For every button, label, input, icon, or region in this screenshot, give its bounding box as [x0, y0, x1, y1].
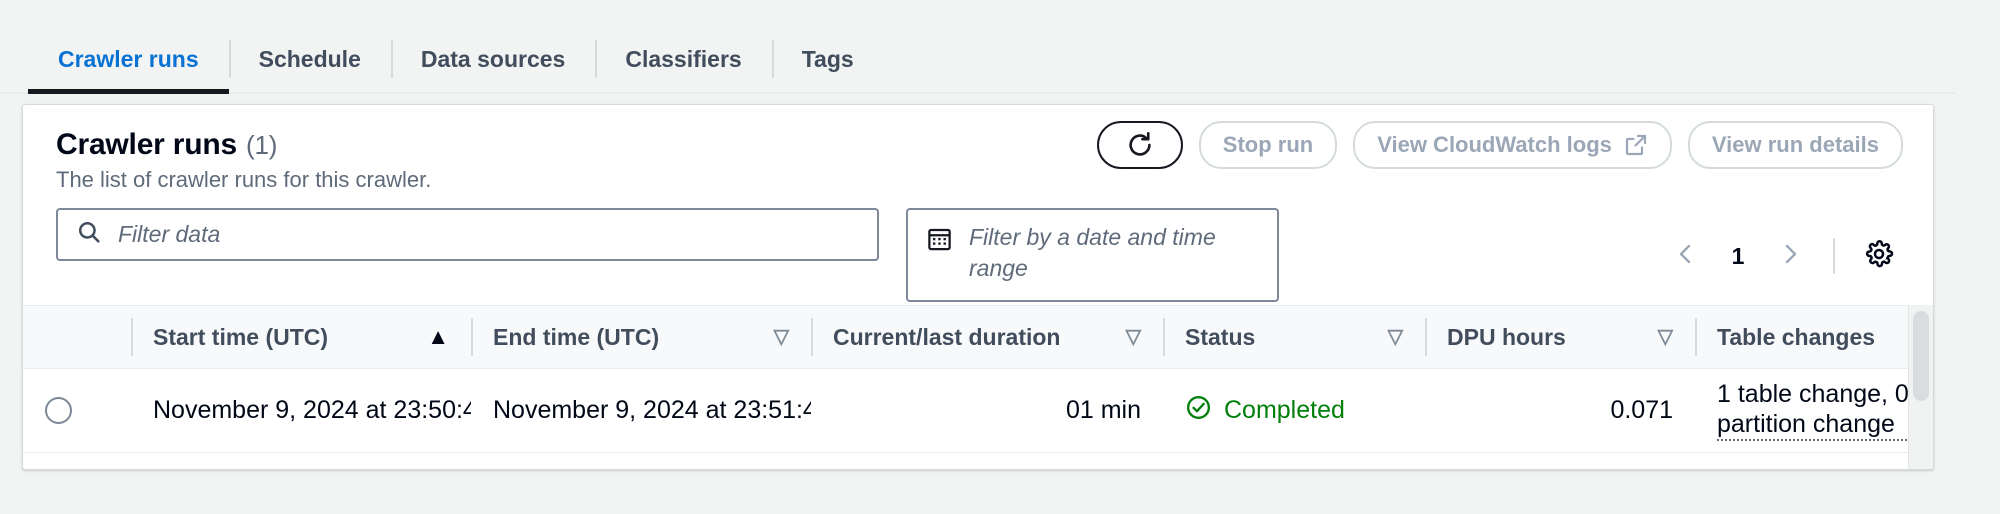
page-number-1[interactable]: 1 — [1717, 231, 1759, 281]
row-select-cell — [23, 368, 131, 453]
runs-table-scroll: Start time (UTC) ▲ End time (UTC) ▽ Curr… — [23, 305, 1933, 469]
refresh-button[interactable] — [1096, 121, 1183, 169]
page-title: Crawler runs (1) — [56, 128, 277, 162]
cell-table-changes: 1 table change, 0 partition change — [1695, 368, 1933, 453]
chevron-right-icon — [1778, 242, 1802, 271]
search-input[interactable]: Filter data — [56, 208, 879, 261]
column-label: Start time (UTC) — [153, 323, 329, 350]
start-time-sort[interactable]: Start time (UTC) ▲ — [131, 306, 471, 368]
cell-status: Completed — [1163, 368, 1425, 453]
external-link-icon — [1624, 133, 1648, 157]
column-header-duration[interactable]: Current/last duration ▽ — [811, 305, 1163, 369]
column-header-dpu-hours[interactable]: DPU hours ▽ — [1425, 305, 1695, 369]
next-page-button[interactable] — [1765, 231, 1815, 281]
column-label: Table changes — [1717, 323, 1876, 350]
column-header-table-changes[interactable]: Table changes — [1695, 305, 1933, 369]
filter-bar: Filter data Filter by a date and time ra… — [56, 208, 1905, 302]
duration-sort[interactable]: Current/last duration ▽ — [811, 306, 1163, 368]
sort-icon: ▽ — [1657, 326, 1673, 348]
sort-icon: ▽ — [773, 326, 789, 348]
previous-page-button[interactable] — [1661, 231, 1711, 281]
sort-ascending-icon: ▲ — [427, 324, 449, 349]
row-radio-button[interactable] — [45, 397, 72, 424]
column-label: End time (UTC) — [493, 323, 660, 350]
status-sort[interactable]: Status ▽ — [1163, 306, 1425, 368]
tab-bar: Crawler runs Schedule Data sources Class… — [0, 0, 1955, 94]
view-run-details-button[interactable]: View run details — [1687, 121, 1903, 169]
page-title-text: Crawler runs — [56, 128, 237, 161]
tab-label: Data sources — [420, 45, 566, 72]
refresh-icon — [1125, 130, 1155, 160]
calendar-icon — [926, 226, 953, 258]
date-range-filter[interactable]: Filter by a date and time range — [906, 208, 1279, 302]
table-changes-value[interactable]: 1 table change, 0 partition change — [1717, 380, 1933, 441]
status-success-icon — [1185, 394, 1212, 428]
column-label: Status — [1185, 323, 1256, 350]
table-vertical-scrollbar[interactable] — [1908, 305, 1933, 469]
select-all-cell — [23, 306, 131, 368]
tab-tags[interactable]: Tags — [771, 26, 884, 92]
dpu-hours-sort[interactable]: DPU hours ▽ — [1425, 306, 1695, 368]
sort-icon: ▽ — [1125, 326, 1141, 348]
cell-start-time: November 9, 2024 at 23:50:4 — [131, 368, 471, 453]
column-header-start-time[interactable]: Start time (UTC) ▲ — [131, 305, 471, 369]
column-header-status[interactable]: Status ▽ — [1163, 305, 1425, 369]
tab-schedule[interactable]: Schedule — [228, 26, 391, 92]
tab-classifiers[interactable]: Classifiers — [595, 26, 771, 92]
table-header-row: Start time (UTC) ▲ End time (UTC) ▽ Curr… — [23, 305, 1933, 369]
panel-header: Crawler runs (1) Stop run View CloudWatc… — [23, 105, 1933, 305]
header-actions: Stop run View CloudWatch logs View run d… — [1096, 121, 1903, 169]
panel-description: The list of crawler runs for this crawle… — [56, 167, 432, 192]
run-count: (1) — [246, 130, 278, 160]
tab-data-sources[interactable]: Data sources — [390, 26, 595, 92]
tab-label: Classifiers — [625, 45, 742, 72]
gear-icon — [1864, 239, 1894, 274]
pagination: 1 — [1661, 208, 1905, 282]
cell-dpu-hours: 0.071 — [1425, 368, 1695, 453]
view-cloudwatch-logs-button[interactable]: View CloudWatch logs — [1353, 121, 1672, 169]
tab-crawler-runs[interactable]: Crawler runs — [28, 26, 229, 94]
scrollbar-thumb[interactable] — [1913, 311, 1929, 401]
column-header-select — [23, 305, 131, 369]
chevron-left-icon — [1674, 242, 1698, 271]
search-icon — [76, 219, 102, 250]
crawler-runs-table: Start time (UTC) ▲ End time (UTC) ▽ Curr… — [23, 305, 1933, 453]
sort-icon: ▽ — [1387, 326, 1403, 348]
panel-header-row: Crawler runs (1) Stop run View CloudWatc… — [23, 105, 1933, 171]
tab-label: Tags — [801, 45, 854, 72]
pagination-divider — [1833, 238, 1835, 274]
table-row[interactable]: November 9, 2024 at 23:50:4 November 9, … — [23, 368, 1933, 453]
cell-end-time: November 9, 2024 at 23:51:4 — [471, 368, 811, 453]
table-changes-header[interactable]: Table changes — [1695, 306, 1933, 368]
status-label: Completed — [1224, 396, 1345, 424]
crawler-runs-panel: Crawler runs (1) Stop run View CloudWatc… — [22, 104, 1934, 470]
stop-run-button[interactable]: Stop run — [1198, 121, 1338, 169]
stop-run-label: Stop run — [1222, 132, 1314, 157]
tab-label: Crawler runs — [58, 45, 199, 72]
column-label: Current/last duration — [833, 323, 1061, 350]
crawler-runs-page: Crawler runs Schedule Data sources Class… — [0, 0, 2000, 514]
status-badge: Completed — [1185, 394, 1403, 428]
view-run-details-label: View run details — [1711, 132, 1879, 157]
date-range-placeholder: Filter by a date and time range — [969, 224, 1216, 281]
column-label: DPU hours — [1447, 323, 1566, 350]
tab-label: Schedule — [258, 45, 361, 72]
end-time-sort[interactable]: End time (UTC) ▽ — [471, 306, 811, 368]
column-header-end-time[interactable]: End time (UTC) ▽ — [471, 305, 811, 369]
search-placeholder: Filter data — [118, 221, 221, 247]
table-preferences-button[interactable] — [1853, 230, 1905, 282]
view-cloudwatch-logs-label: View CloudWatch logs — [1377, 132, 1612, 157]
cell-duration: 01 min — [811, 368, 1163, 453]
